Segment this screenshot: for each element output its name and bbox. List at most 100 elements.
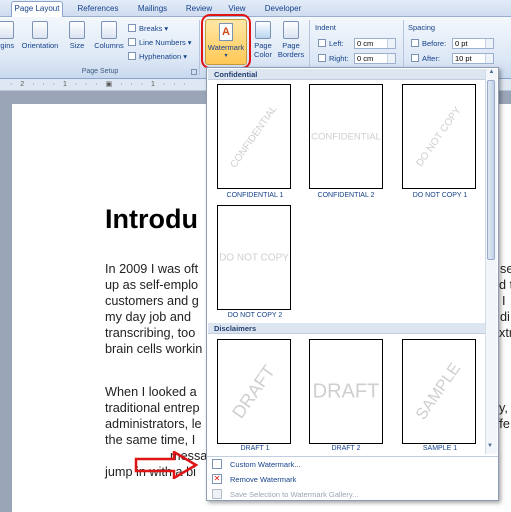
page-borders-button[interactable]: Page Borders xyxy=(276,21,306,59)
watermark-thumb-sample-1[interactable]: SAMPLE xyxy=(402,339,476,444)
page-borders-icon xyxy=(283,21,299,39)
watermark-thumb-do-not-copy-1[interactable]: DO NOT COPY xyxy=(402,84,476,189)
margins-label: rgins xyxy=(0,41,15,50)
paragraph-1-line: up as self-emplo xyxy=(105,278,199,292)
paragraph-2-right-fragment: y, xyxy=(499,401,508,415)
spacing-after-icon xyxy=(411,54,419,62)
remove-watermark-icon: ✕ xyxy=(212,474,222,484)
indent-right-label: Right: xyxy=(318,54,349,63)
paragraph-1-right-fragment: xtr xyxy=(499,326,511,340)
scroll-down-icon[interactable]: ▼ xyxy=(487,443,493,449)
tab-references[interactable]: References xyxy=(71,2,125,17)
watermark-thumb-do-not-copy-2[interactable]: DO NOT COPY xyxy=(217,205,291,310)
paragraph-2-line: administrators, le xyxy=(105,417,202,431)
watermark-caption: DO NOT COPY 1 xyxy=(412,192,468,199)
watermark-preview-text: DRAFT xyxy=(228,360,279,422)
page-setup-group-label: Page Setup xyxy=(81,68,119,75)
watermark-preview-text: DO NOT COPY xyxy=(414,104,464,169)
save-selection-item: Save Selection to Watermark Gallery... xyxy=(207,487,495,502)
watermark-thumb-confidential-1[interactable]: CONFIDENTIAL xyxy=(217,84,291,189)
indent-right-icon xyxy=(318,54,326,62)
paragraph-2-line: traditional entrep xyxy=(105,401,200,415)
paragraph-2-line: the same time, I xyxy=(105,433,196,447)
section-header-confidential: Confidential xyxy=(208,69,486,80)
watermark-caption: DRAFT 2 xyxy=(331,445,361,452)
paragraph-1-line: In 2009 I was oft xyxy=(105,262,199,276)
spacing-before-label: Before: xyxy=(411,39,446,48)
paragraph-1-line: transcribing, too xyxy=(105,326,196,340)
indent-left-icon xyxy=(318,39,326,47)
columns-label: Columns xyxy=(94,41,124,50)
page-color-button[interactable]: Page Color xyxy=(252,21,274,59)
save-selection-icon xyxy=(212,489,222,499)
paragraph-1-right-fragment: d t xyxy=(499,278,511,292)
watermark-preview-text: DRAFT xyxy=(312,380,380,402)
paragraph-2-line: When I looked a xyxy=(105,385,197,399)
page-borders-label: Page Borders xyxy=(277,41,305,59)
paragraph-1-line: brain cells workin xyxy=(105,342,203,356)
watermark-preview-text: CONFIDENTIAL xyxy=(228,103,280,170)
breaks-label: Breaks ▾ xyxy=(139,24,169,33)
indent-left-input[interactable]: 0 cm xyxy=(354,38,396,49)
paragraph-1-line: my day job and xyxy=(105,310,192,324)
spacing-group-label: Spacing xyxy=(408,23,436,32)
orientation-label: Orientation xyxy=(21,41,59,50)
watermark-preview-text: DO NOT COPY xyxy=(219,252,289,263)
tab-page-layout[interactable]: Page Layout xyxy=(11,1,63,18)
watermark-thumb-draft-1[interactable]: DRAFT xyxy=(217,339,291,444)
paragraph-1-line: customers and g xyxy=(105,294,199,308)
watermark-thumb-draft-2[interactable]: DRAFT xyxy=(309,339,383,444)
spacing-before-text: Before: xyxy=(422,39,447,48)
indent-group-label: Indent xyxy=(315,23,336,32)
watermark-thumb-confidential-2[interactable]: CONFIDENTIAL xyxy=(309,84,383,189)
paragraph-1-right-fragment: di xyxy=(500,310,510,324)
ribbon-tab-bar: Page Layout References Mailings Review V… xyxy=(0,0,511,18)
watermark-preview-text: SAMPLE xyxy=(413,359,465,423)
line-numbers-button[interactable]: Line Numbers ▾ xyxy=(128,38,192,47)
page-setup-launcher-icon[interactable] xyxy=(191,69,197,75)
spacing-before-input[interactable]: 0 pt xyxy=(452,38,494,49)
size-label: Size xyxy=(69,41,85,50)
line-numbers-icon xyxy=(128,38,136,46)
margins-icon xyxy=(0,21,14,39)
line-numbers-label: Line Numbers ▾ xyxy=(139,38,192,47)
section-header-disclaimers: Disclaimers xyxy=(208,323,486,334)
spacing-after-input[interactable]: 10 pt xyxy=(452,53,494,64)
size-button[interactable]: Size xyxy=(64,21,90,50)
watermark-preview-text: CONFIDENTIAL xyxy=(311,131,381,142)
hyphenation-icon xyxy=(128,52,136,60)
scroll-up-icon[interactable]: ▲ xyxy=(486,69,497,75)
hyphenation-button[interactable]: Hyphenation ▾ xyxy=(128,52,187,61)
indent-left-label: Left: xyxy=(318,39,344,48)
ruler-ticks: · 2 · · · 1 · · · ▣ · · · 1 · · · xyxy=(10,81,189,88)
paragraph-1-right-fragment: se xyxy=(500,262,511,276)
scrollbar-thumb[interactable] xyxy=(487,80,495,260)
spacing-before-icon xyxy=(411,39,419,47)
breaks-icon xyxy=(128,24,136,32)
orientation-button[interactable]: Orientation xyxy=(18,21,62,50)
tab-developer[interactable]: Developer xyxy=(258,2,308,17)
custom-watermark-icon xyxy=(212,459,222,469)
size-icon xyxy=(69,21,85,39)
tab-mailings[interactable]: Mailings xyxy=(130,2,175,17)
breaks-button[interactable]: Breaks ▾ xyxy=(128,24,168,33)
margins-button[interactable]: rgins xyxy=(0,21,18,50)
paragraph-1-right-fragment: I xyxy=(502,294,506,308)
red-arrow-icon xyxy=(134,451,199,479)
spacing-after-label: After: xyxy=(411,54,440,63)
orientation-icon xyxy=(32,21,48,39)
custom-watermark-label: Custom Watermark... xyxy=(230,460,301,469)
columns-button[interactable]: Columns xyxy=(92,21,126,50)
watermark-gallery: Confidential CONFIDENTIAL CONFIDENTIAL 1… xyxy=(206,67,499,501)
indent-left-text: Left: xyxy=(329,39,344,48)
page-color-icon xyxy=(255,21,271,39)
spacing-after-text: After: xyxy=(422,54,440,63)
remove-watermark-label: Remove Watermark xyxy=(230,475,297,484)
columns-icon xyxy=(101,21,117,39)
indent-right-input[interactable]: 0 cm xyxy=(354,53,396,64)
custom-watermark-item[interactable]: Custom Watermark... xyxy=(207,457,495,472)
remove-watermark-item[interactable]: ✕ Remove Watermark xyxy=(207,472,495,487)
watermark-caption: SAMPLE 1 xyxy=(422,445,458,452)
page-color-label: Page Color xyxy=(254,41,272,59)
watermark-caption: DO NOT COPY 2 xyxy=(227,312,283,319)
